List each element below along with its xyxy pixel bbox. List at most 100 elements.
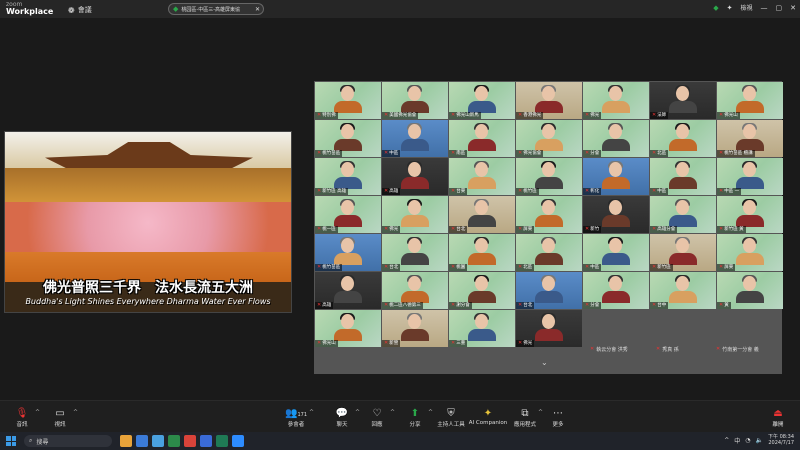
- chat-button[interactable]: 💬 聊天 ^: [322, 407, 362, 428]
- participant-tile[interactable]: ✕ 佛光: [382, 196, 448, 233]
- participant-tile[interactable]: ✕ 分會: [583, 120, 649, 157]
- participants-button[interactable]: 👥171 參會者 ^: [276, 407, 316, 428]
- taskbar-search[interactable]: ⌕ 搜尋: [24, 435, 112, 447]
- participant-name-tag: ✕ 桃園: [449, 264, 468, 271]
- minimize-icon[interactable]: —: [761, 4, 768, 12]
- share-button[interactable]: ⬆ 分享 ^: [395, 407, 435, 428]
- more-button[interactable]: ⋯ 更多: [538, 407, 578, 428]
- participant-tile[interactable]: ✕ 新營: [382, 310, 448, 347]
- mic-muted-icon: ✕: [384, 112, 389, 118]
- host-tools-button[interactable]: ⛨ 主持人工具: [431, 407, 471, 428]
- participant-tile[interactable]: ✕ 新竹區: [650, 234, 716, 271]
- leave-button[interactable]: ⏏ 離開: [758, 407, 798, 428]
- meeting-title-pill[interactable]: ◆ 桃园區-中區三-高雄屏東協 ✕: [168, 3, 264, 15]
- participant-tile[interactable]: ✕ 三重: [449, 310, 515, 347]
- file-explorer-icon[interactable]: [120, 435, 132, 447]
- participant-name-tag: ✕ 台北: [382, 264, 401, 271]
- speaker-icon[interactable]: 🔈: [756, 437, 763, 444]
- participant-tile[interactable]: ✕ 台北: [516, 272, 582, 309]
- mic-muted-icon: ✕: [585, 226, 590, 232]
- participant-name: 中區: [590, 265, 600, 270]
- participant-tile[interactable]: ✕ 高雄: [382, 158, 448, 195]
- clock[interactable]: 下午 08:34 2024/7/17: [768, 434, 794, 446]
- mail-icon[interactable]: [136, 435, 148, 447]
- participant-tile[interactable]: ✕ 北區: [650, 120, 716, 157]
- participant-tile[interactable]: ✕ 桃竹苗區 檀講: [717, 120, 783, 157]
- teams-icon[interactable]: [152, 435, 164, 447]
- audio-label: 音訊: [16, 422, 28, 428]
- participant-tile[interactable]: ✕ 美國佛光協會: [382, 82, 448, 119]
- participant-tile[interactable]: ✕ 高雄分會: [650, 196, 716, 233]
- mic-muted-icon: ✕: [384, 340, 389, 346]
- participant-name-tag: ✕ 南區: [449, 150, 468, 157]
- ime-indicator[interactable]: 中: [734, 436, 740, 445]
- participant-tile[interactable]: ✕ 新竹區 黃: [717, 196, 783, 233]
- participant-tile[interactable]: ✕ 黃: [717, 272, 783, 309]
- chevron-up-icon[interactable]: ^: [73, 409, 78, 416]
- participant-tile[interactable]: ✕ 屏東: [717, 234, 783, 271]
- participant-tile[interactable]: ✕ 台東: [449, 158, 515, 195]
- participant-tile[interactable]: ✕ 台北: [382, 234, 448, 271]
- next-page-chevron-icon[interactable]: ⌄: [541, 358, 548, 367]
- participant-name: 香港佛光: [523, 113, 542, 118]
- maximize-icon[interactable]: ▢: [776, 4, 783, 12]
- participant-tile[interactable]: ✕ 彰化: [583, 158, 649, 195]
- participant-tile[interactable]: ✕ 分會: [583, 272, 649, 309]
- participant-tile[interactable]: ✕ 中區: [650, 158, 716, 195]
- close-icon[interactable]: ✕: [255, 6, 260, 13]
- participant-tile[interactable]: ✕ 南區: [449, 120, 515, 157]
- chevron-up-icon[interactable]: ^: [309, 409, 314, 416]
- participant-tile[interactable]: ✕ 屏東: [516, 196, 582, 233]
- close-icon[interactable]: ✕: [790, 4, 796, 12]
- participant-body: [669, 253, 697, 265]
- participant-body: [669, 177, 697, 189]
- participant-tile[interactable]: ✕ 台北: [449, 196, 515, 233]
- zoom-app-icon[interactable]: [232, 435, 244, 447]
- participant-name-tag: ✕ 桃一區: [315, 226, 338, 233]
- sparkle-icon[interactable]: ✦: [727, 4, 733, 12]
- reactions-button[interactable]: ♡ 回應 ^: [357, 407, 397, 428]
- excel-icon[interactable]: [168, 435, 180, 447]
- participant-tile[interactable]: ✕ 桃一區: [315, 196, 381, 233]
- participant-tile[interactable]: ✕ 桃園: [449, 234, 515, 271]
- participant-tile[interactable]: ✕ 中區: [583, 234, 649, 271]
- participant-tile[interactable]: ✕ 桃竹苗區: [315, 234, 381, 271]
- windows-start-icon[interactable]: [6, 436, 16, 446]
- participant-face: [408, 200, 421, 215]
- audio-button[interactable]: 🎙 音訊 ^: [2, 407, 42, 428]
- participant-tile[interactable]: ✕ 高雄: [315, 272, 381, 309]
- participant-tile[interactable]: ✕ 中區: [382, 120, 448, 157]
- participant-tile[interactable]: ✕ 台中: [650, 272, 716, 309]
- view-menu[interactable]: 檢視: [740, 3, 752, 12]
- participant-tile[interactable]: ✕ 特別佛: [315, 82, 381, 119]
- participant-tile[interactable]: ✕ 桃二區八德第三: [382, 272, 448, 309]
- participant-tile[interactable]: ✕ 法師: [650, 82, 716, 119]
- participant-tile[interactable]: ✕ 佛光山: [717, 82, 783, 119]
- participant-tile[interactable]: ✕ 桃竹苗區: [315, 120, 381, 157]
- participant-tile[interactable]: ✕ 佛光: [583, 82, 649, 119]
- shield-icon[interactable]: ◆: [713, 4, 718, 12]
- participant-tile[interactable]: ✕ 謝分會: [449, 272, 515, 309]
- participant-tile[interactable]: ✕ 香港佛光: [516, 82, 582, 119]
- participant-tile[interactable]: ✕ 中區 一: [717, 158, 783, 195]
- participant-tile[interactable]: ✕ 桃竹區: [516, 158, 582, 195]
- participant-name-tag: ✕ 特別佛: [315, 112, 338, 119]
- mic-muted-icon: ✕: [384, 188, 389, 194]
- participant-tile[interactable]: ✕ 新竹: [583, 196, 649, 233]
- chrome-icon[interactable]: [184, 435, 196, 447]
- meeting-menu[interactable]: ❁ 會議: [68, 5, 92, 15]
- participant-tile[interactable]: ✕ 新竹區 高雄: [315, 158, 381, 195]
- participant-tile[interactable]: ✕ 佛光協會: [516, 120, 582, 157]
- participant-name: 佛光山: [724, 113, 738, 118]
- ai-companion-button[interactable]: ✦ AI Companion: [466, 407, 510, 426]
- participant-name-tag: ✕ 佛光山: [717, 112, 740, 119]
- participant-tile[interactable]: ✕ 佛光: [516, 310, 582, 347]
- chevron-up-icon[interactable]: ^: [724, 437, 729, 444]
- participant-tile[interactable]: ✕ 佛光山: [315, 310, 381, 347]
- store-icon[interactable]: [216, 435, 228, 447]
- participant-tile[interactable]: ✕ 北區: [516, 234, 582, 271]
- wifi-icon[interactable]: ◔: [745, 437, 750, 444]
- participant-tile[interactable]: ✕ 佛光山新馬: [449, 82, 515, 119]
- video-button[interactable]: ▭ 視訊 ^: [40, 407, 80, 428]
- edge-icon[interactable]: [200, 435, 212, 447]
